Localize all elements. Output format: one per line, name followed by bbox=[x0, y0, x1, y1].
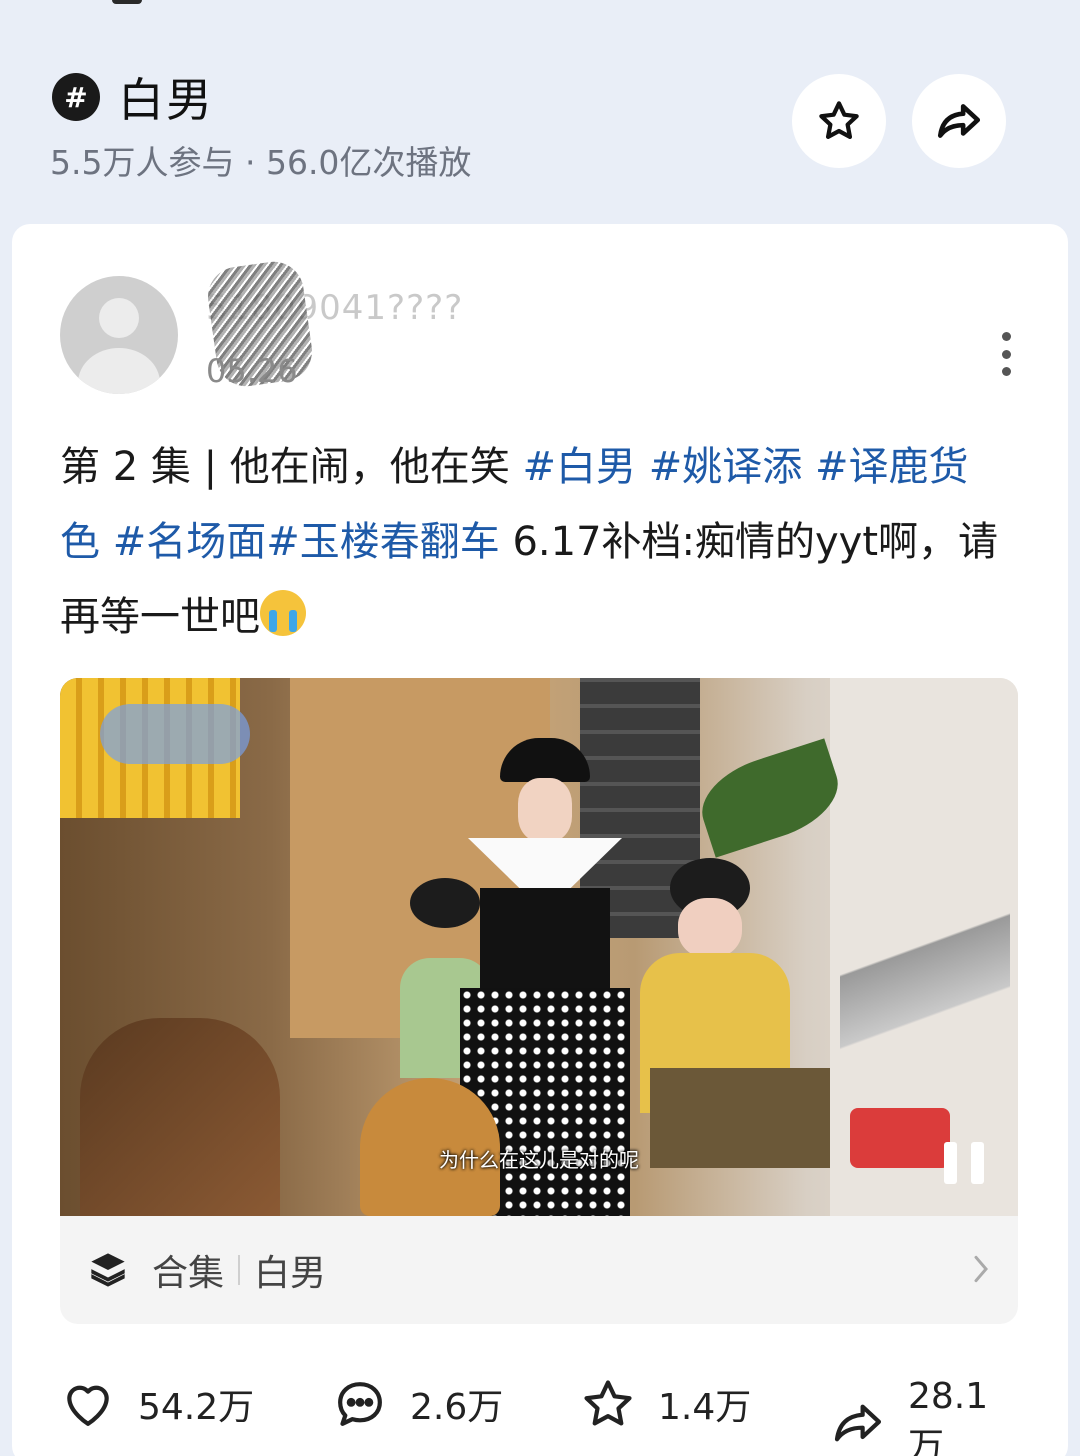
favorite-count: 1.4万 bbox=[658, 1387, 752, 1428]
topic-title-row: # 白男 bbox=[52, 64, 214, 130]
tag-link[interactable]: #玉楼春翻车 bbox=[266, 519, 500, 565]
topic-title: 白男 bbox=[118, 73, 214, 127]
collection-divider bbox=[238, 1255, 241, 1285]
share-arrow-icon bbox=[834, 1404, 882, 1441]
collection-label: 合集 bbox=[152, 1253, 225, 1294]
more-dot bbox=[1001, 367, 1011, 376]
share-button[interactable]: 28.1万 bbox=[830, 1376, 1020, 1456]
avatar[interactable] bbox=[60, 276, 178, 394]
pause-bar bbox=[971, 1142, 984, 1184]
collection-link[interactable]: 合集 白男 bbox=[60, 1216, 1018, 1324]
share-count: 28.1万 bbox=[907, 1376, 989, 1456]
video-scene-face bbox=[518, 778, 572, 842]
share-arrow-icon bbox=[937, 104, 981, 138]
like-button[interactable]: 54.2万 bbox=[60, 1376, 254, 1432]
tag-link[interactable]: #名场面 bbox=[113, 519, 267, 565]
video-scene-hat bbox=[500, 738, 590, 782]
topic-header: # 白男 5.5万人参与 · 56.0亿次播放 bbox=[0, 0, 1080, 224]
share-topic-button[interactable] bbox=[912, 74, 1006, 168]
heart-icon bbox=[67, 1385, 109, 1426]
video-watermark-logo bbox=[100, 704, 250, 764]
layers-icon bbox=[91, 1253, 125, 1287]
favorite-button[interactable]: 1.4万 bbox=[580, 1376, 751, 1432]
post-text-prefix: 第 2 集 | 他在闹，他在笑 bbox=[60, 444, 523, 490]
avatar-body-shape bbox=[78, 348, 160, 394]
star-icon bbox=[584, 1380, 632, 1426]
video-scene-plant bbox=[691, 738, 849, 858]
tag-link[interactable]: #译鹿 bbox=[815, 444, 929, 490]
pause-bar bbox=[944, 1142, 957, 1184]
pause-icon[interactable] bbox=[944, 1142, 984, 1184]
avatar-head-shape bbox=[99, 298, 139, 338]
tag-link[interactable]: #姚译添 bbox=[649, 444, 803, 490]
star-icon bbox=[819, 101, 859, 140]
like-count: 54.2万 bbox=[138, 1387, 255, 1428]
more-dot bbox=[1001, 332, 1011, 341]
video-scene-stand bbox=[80, 1018, 280, 1216]
crying-face-icon bbox=[260, 590, 306, 636]
post-time: 05.26 bbox=[206, 352, 298, 390]
comment-count: 2.6万 bbox=[410, 1387, 504, 1428]
comment-bubble-icon bbox=[338, 1382, 382, 1426]
video-player[interactable]: 为什么在这儿是对的呢 bbox=[60, 678, 1018, 1216]
more-vertical-icon[interactable] bbox=[992, 332, 1020, 376]
comment-button[interactable]: 2.6万 bbox=[332, 1376, 503, 1432]
action-bar: 54.2万 2.6万 1.4万 28.1万 bbox=[60, 1376, 1020, 1456]
chevron-right-icon bbox=[974, 1255, 988, 1283]
post-text: 第 2 集 | 他在闹，他在笑 #白男 #姚译添 #译鹿货色 #名场面#玉楼春翻… bbox=[60, 430, 1000, 655]
video-subtitle: 为什么在这儿是对的呢 bbox=[439, 1148, 639, 1172]
tag-link[interactable]: #白男 bbox=[523, 444, 637, 490]
favorite-topic-button[interactable] bbox=[792, 74, 886, 168]
video-scene-face bbox=[678, 898, 742, 958]
topic-stats: 5.5万人参与 · 56.0亿次播放 bbox=[50, 143, 472, 182]
post-card: 51809041???? 05.26 第 2 集 | 他在闹，他在笑 #白男 #… bbox=[12, 224, 1068, 1456]
more-dot bbox=[1001, 349, 1011, 359]
video-scene-top bbox=[480, 888, 610, 998]
hashtag-icon: # bbox=[52, 73, 100, 121]
collection-name: 白男 bbox=[254, 1253, 327, 1294]
video-scene-mountain bbox=[840, 878, 1010, 1058]
